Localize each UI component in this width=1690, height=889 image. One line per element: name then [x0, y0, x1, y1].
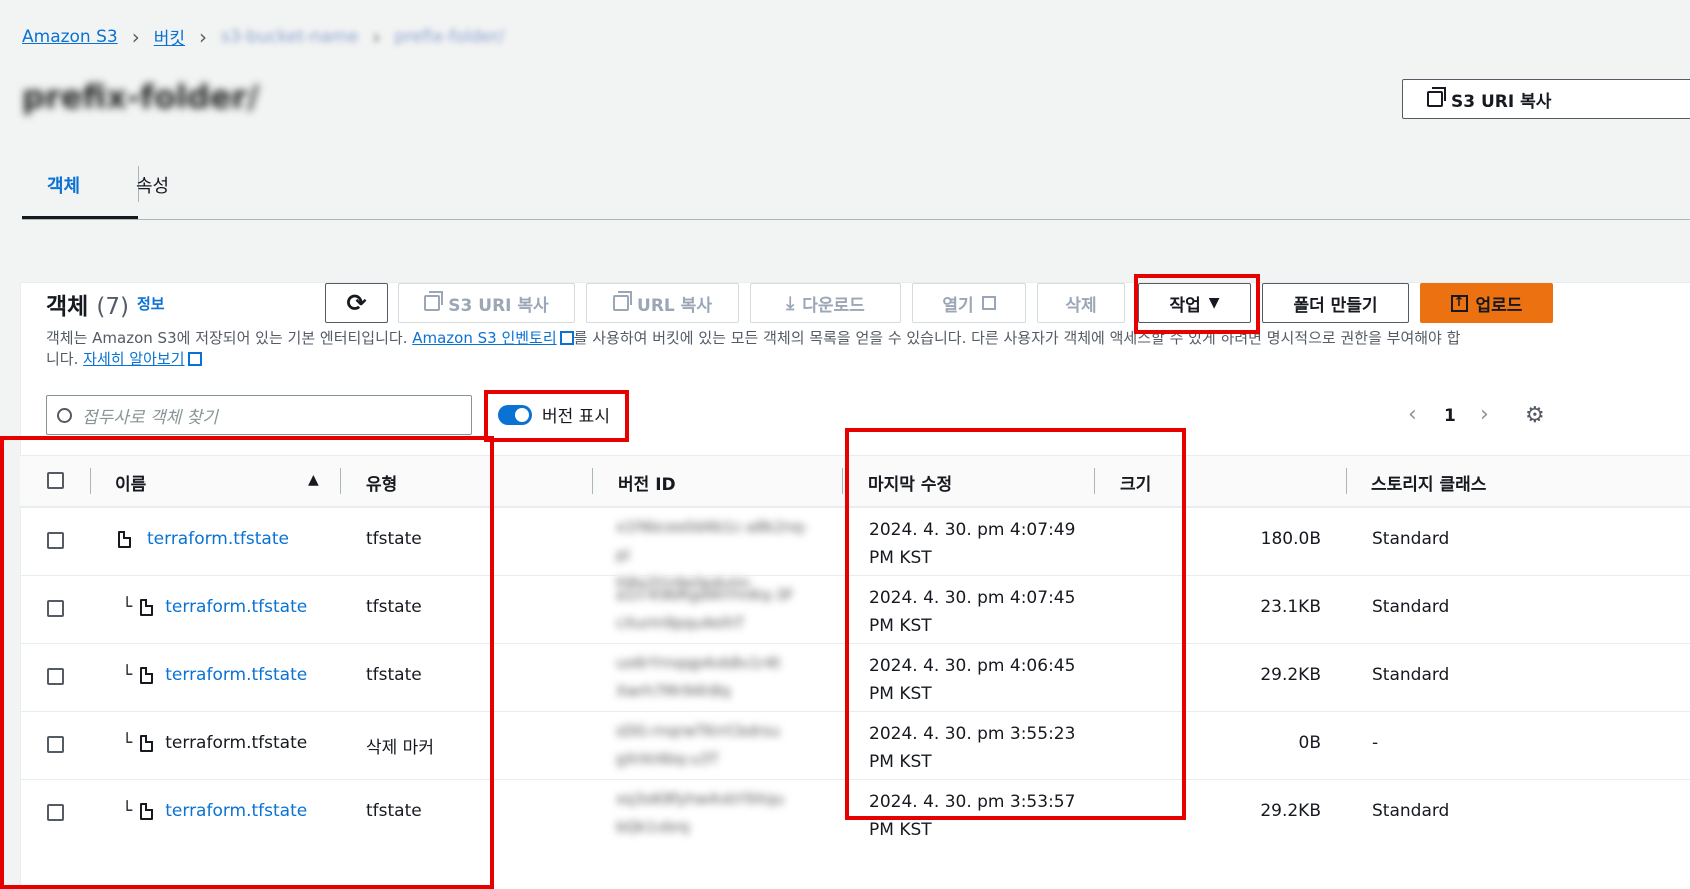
learn-more-link[interactable]: 자세히 알아보기: [83, 350, 184, 368]
breadcrumb-bucket[interactable]: s3-bucket-name: [221, 27, 358, 47]
column-separator: [1346, 468, 1347, 494]
version-id-line-1: a1n-K9bRgd4hYmKq-3F: [616, 586, 794, 604]
highlight-box-actions: [1134, 274, 1260, 334]
download-label: 다운로드: [802, 295, 865, 316]
chevron-right-icon: ›: [131, 24, 140, 49]
objects-description: 객체는 Amazon S3에 저장되어 있는 기본 엔터티입니다. Amazon…: [46, 328, 1556, 370]
prev-page-icon[interactable]: ‹: [1408, 402, 1417, 427]
open-button[interactable]: 열기: [912, 283, 1026, 323]
description-text-3: 니다.: [46, 350, 84, 368]
column-separator: [592, 468, 593, 494]
column-separator: [842, 468, 843, 494]
objects-heading-text: 객체: [46, 294, 89, 320]
highlight-box-name-type: [0, 436, 494, 889]
inventory-link[interactable]: Amazon S3 인벤토리: [412, 329, 556, 347]
copy-s3-uri-button[interactable]: S3 URI 복사: [1402, 79, 1690, 119]
size-cell: 29.2KB: [1260, 801, 1321, 821]
storage-class-cell: -: [1372, 733, 1379, 753]
search-icon: [57, 407, 72, 423]
size-cell: 180.0B: [1260, 529, 1321, 549]
tab-properties[interactable]: 속성: [136, 172, 169, 198]
next-page-icon[interactable]: ›: [1480, 402, 1489, 427]
breadcrumb-buckets[interactable]: 버킷: [154, 24, 185, 49]
header-version-id[interactable]: 버전 ID: [618, 470, 676, 495]
download-icon: ⤓: [786, 292, 795, 314]
info-link[interactable]: 정보: [137, 293, 165, 314]
version-id-cell: sDG-rnqrwTKrrCbdrsu gXrkt4bq-u3T: [616, 717, 821, 773]
copy-icon: [1427, 87, 1446, 107]
copy-url-label: URL 복사: [637, 295, 712, 316]
external-link-icon: [981, 296, 996, 310]
page-title: prefix-folder/: [22, 78, 259, 116]
create-folder-label: 폴더 만들기: [1293, 295, 1378, 316]
delete-button[interactable]: 삭제: [1037, 283, 1125, 323]
copy-s3-uri-label: S3 URI 복사: [1451, 91, 1552, 112]
tab-bar: 객체 속성: [22, 160, 1690, 220]
breadcrumb: Amazon S3 › 버킷 › s3-bucket-name › prefix…: [22, 24, 505, 50]
upload-icon: ↑: [1450, 294, 1468, 312]
header-storage-class[interactable]: 스토리지 클래스: [1371, 470, 1486, 495]
toolbar-copy-s3-uri-label: S3 URI 복사: [448, 295, 549, 316]
version-id-line-2: cXurm9pqu4elhT: [616, 614, 745, 632]
highlight-box-last-modified: [845, 428, 1186, 820]
refresh-icon: ⟳: [346, 289, 367, 317]
storage-class-cell: Standard: [1372, 665, 1450, 685]
version-id-cell: ux6rYrnqqp4vb8v1r4t Xwrh7Mr94h8q: [616, 649, 821, 705]
upload-button[interactable]: ↑ 업로드: [1420, 283, 1553, 323]
storage-class-cell: Standard: [1372, 597, 1450, 617]
description-text: 객체는 Amazon S3에 저장되어 있는 기본 엔터티입니다.: [46, 329, 413, 347]
last-modified-tz: PM KST: [869, 820, 932, 840]
storage-class-cell: Standard: [1372, 529, 1450, 549]
download-button[interactable]: ⤓ 다운로드: [750, 283, 901, 323]
upload-label: 업로드: [1475, 295, 1523, 316]
version-id-cell: a1n-K9bRgd4hYmKq-3F cXurm9pqu4elhT: [616, 581, 821, 637]
version-id-line-1: xq3oK8fyhw4vbY9Xqu: [616, 790, 785, 808]
objects-heading: 객체 (7): [46, 287, 129, 321]
version-id-line-1: ux6rYrnqqp4vb8v1r4t: [616, 654, 781, 672]
chevron-right-icon: ›: [199, 24, 207, 49]
refresh-button[interactable]: ⟳: [325, 283, 388, 323]
external-link-icon: [187, 352, 202, 366]
version-id-line-2: gXrkt4bq-u3T: [616, 750, 719, 768]
size-cell: 0B: [1298, 733, 1321, 753]
version-id-line-2: Xwrh7Mr94h8q: [616, 682, 731, 700]
search-input[interactable]: 접두사로 객체 찾기: [46, 395, 472, 435]
chevron-right-icon: ›: [372, 24, 381, 49]
tab-objects[interactable]: 객체: [47, 172, 80, 198]
size-cell: 23.1KB: [1260, 597, 1321, 617]
storage-class-cell: Standard: [1372, 801, 1450, 821]
create-folder-button[interactable]: 폴더 만들기: [1262, 283, 1409, 323]
active-tab-indicator: [22, 216, 138, 219]
settings-gear-icon[interactable]: ⚙: [1525, 403, 1545, 428]
copy-url-button[interactable]: URL 복사: [586, 283, 739, 323]
size-cell: 29.2KB: [1260, 665, 1321, 685]
page-number[interactable]: 1: [1444, 406, 1456, 426]
objects-count: (7): [96, 294, 129, 320]
highlight-box-versions: [484, 390, 629, 442]
toolbar-copy-s3-uri-button[interactable]: S3 URI 복사: [398, 283, 575, 323]
breadcrumb-s3[interactable]: Amazon S3: [22, 27, 118, 47]
copy-icon: [613, 291, 633, 311]
version-id-line-1: x1f4bcee0d4b1c-a8k2nq-pl: [616, 518, 809, 564]
version-id-line-1: sDG-rnqrwTKrrCbdrsu: [616, 722, 780, 740]
version-id-cell: xq3oK8fyhw4vbY9Xqu bQk1vbrq: [616, 785, 821, 841]
copy-icon: [424, 291, 444, 311]
delete-label: 삭제: [1065, 295, 1097, 316]
open-label: 열기: [942, 295, 974, 316]
external-link-icon: [559, 331, 574, 345]
search-placeholder: 접두사로 객체 찾기: [82, 407, 218, 428]
breadcrumb-folder: prefix-folder/: [394, 26, 505, 47]
description-text-2: 를 사용하여 버킷에 있는 모든 객체의 목록을 얻을 수 있습니다. 다른 사…: [573, 329, 1461, 347]
version-id-line-2: bQk1vbrq: [616, 818, 690, 836]
